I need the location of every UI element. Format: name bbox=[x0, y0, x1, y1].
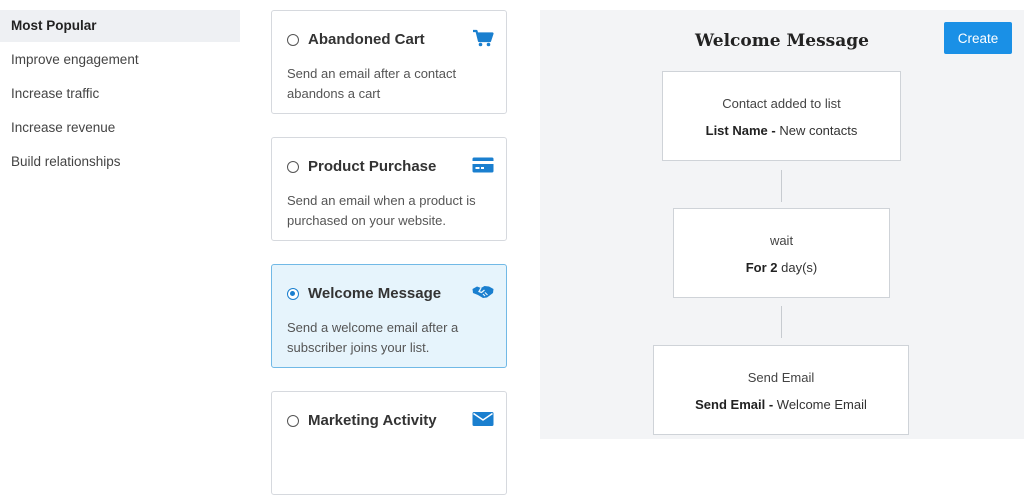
card-title: Abandoned Cart bbox=[308, 31, 425, 48]
step-detail-value: day(s) bbox=[781, 260, 818, 275]
credit-card-icon bbox=[472, 157, 494, 173]
sidebar-item-increase-traffic[interactable]: Increase traffic bbox=[0, 78, 240, 110]
create-button[interactable]: Create bbox=[944, 22, 1012, 54]
card-description: Send a welcome email after a subscriber … bbox=[287, 320, 459, 355]
envelope-icon bbox=[472, 412, 494, 426]
step-detail: For 2 day(s) bbox=[674, 260, 889, 275]
step-detail-value: Welcome Email bbox=[776, 397, 867, 412]
step-connector bbox=[781, 306, 782, 338]
shopping-cart-icon bbox=[473, 29, 494, 47]
step-detail-key: For 2 bbox=[745, 260, 778, 275]
handshake-icon bbox=[472, 286, 494, 298]
step-label: Contact added to list bbox=[722, 96, 841, 111]
template-card-abandoned-cart[interactable]: Abandoned Cart Send an email after a con… bbox=[271, 10, 507, 114]
sidebar-item-build-relationships[interactable]: Build relationships bbox=[0, 146, 240, 178]
sidebar-item-improve-engagement[interactable]: Improve engagement bbox=[0, 44, 240, 76]
template-card-marketing-activity[interactable]: Marketing Activity bbox=[271, 391, 507, 495]
step-detail-key: Send Email - bbox=[695, 397, 774, 412]
send-email-step[interactable]: Send Email Send Email - Welcome Email bbox=[653, 345, 909, 435]
card-title: Welcome Message bbox=[308, 285, 442, 302]
step-label: Send Email bbox=[747, 370, 815, 385]
step-label: wait bbox=[769, 233, 794, 248]
step-detail: List Name - New contacts bbox=[663, 123, 900, 138]
step-detail-key: List Name - bbox=[705, 123, 776, 138]
template-card-welcome-message[interactable]: Welcome Message Send a welcome email aft… bbox=[271, 264, 507, 368]
category-sidebar: Most Popular Improve engagement Increase… bbox=[0, 10, 240, 180]
card-description: Send an email when a product is purchase… bbox=[287, 193, 476, 228]
step-connector bbox=[781, 170, 782, 202]
card-description: Send an email after a contact abandons a… bbox=[287, 66, 457, 101]
step-detail: Send Email - Welcome Email bbox=[654, 397, 908, 412]
card-title: Product Purchase bbox=[308, 158, 437, 175]
card-title: Marketing Activity bbox=[308, 412, 437, 429]
welcome-message-radio[interactable] bbox=[287, 288, 299, 300]
wait-step[interactable]: wait For 2 day(s) bbox=[673, 208, 890, 298]
product-purchase-radio[interactable] bbox=[287, 161, 299, 173]
marketing-activity-radio[interactable] bbox=[287, 415, 299, 427]
sidebar-item-increase-revenue[interactable]: Increase revenue bbox=[0, 112, 240, 144]
template-card-product-purchase[interactable]: Product Purchase Send an email when a pr… bbox=[271, 137, 507, 241]
workflow-preview-panel: Welcome Message Create Contact added to … bbox=[540, 10, 1024, 439]
trigger-step[interactable]: Contact added to list List Name - New co… bbox=[662, 71, 901, 161]
abandoned-cart-radio[interactable] bbox=[287, 34, 299, 46]
sidebar-item-most-popular[interactable]: Most Popular bbox=[0, 10, 240, 42]
step-detail-value: New contacts bbox=[779, 123, 858, 138]
